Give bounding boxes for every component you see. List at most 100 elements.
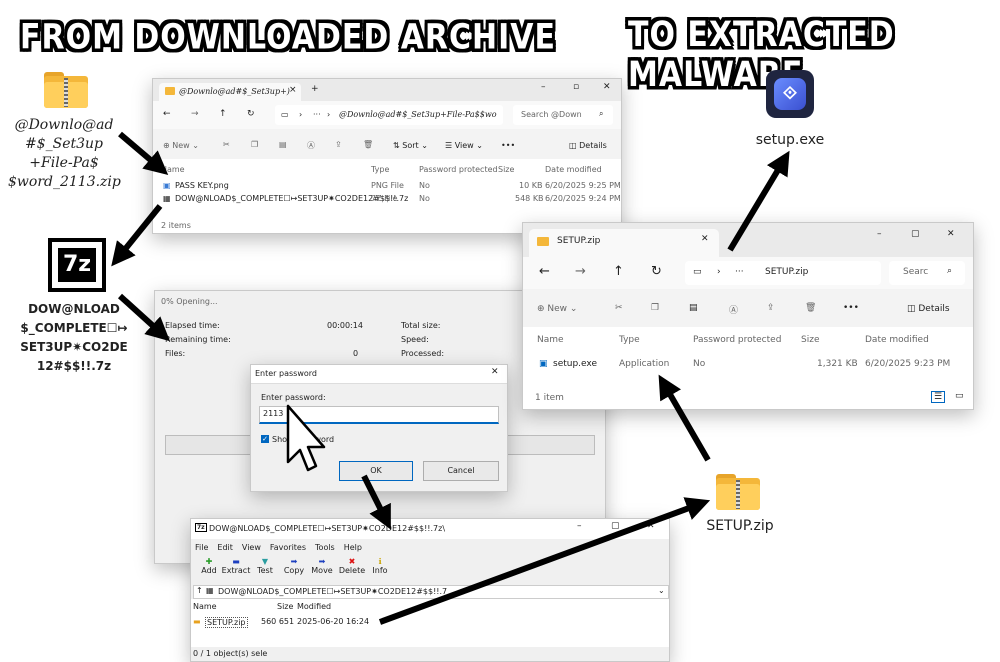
close-icon[interactable]: ✕ xyxy=(947,229,955,239)
show-password-checkbox[interactable]: ✓ xyxy=(261,435,269,443)
search-box[interactable]: Search @Down ⌕ xyxy=(513,105,613,125)
paste-icon[interactable]: ▤ xyxy=(279,140,287,149)
column-size[interactable]: Size xyxy=(801,335,819,345)
forward-icon[interactable]: → xyxy=(191,109,199,119)
search-box[interactable]: Searc ⌕ xyxy=(889,261,965,285)
monitor-icon: ▭ xyxy=(281,110,289,119)
status-bar: 0 / 1 object(s) sele xyxy=(193,649,268,658)
maximize-icon[interactable]: ▢ xyxy=(911,229,920,239)
column-name[interactable]: Name xyxy=(161,165,185,174)
info-icon: ℹ xyxy=(378,557,382,566)
add-icon: ✚ xyxy=(205,557,213,566)
column-modified[interactable]: Date modified xyxy=(545,165,602,174)
back-icon[interactable]: ← xyxy=(163,109,171,119)
ok-button[interactable]: OK xyxy=(339,461,413,481)
delete-button[interactable]: ✖ Delete xyxy=(337,557,367,575)
setup-exe-label: setup.exe xyxy=(755,132,825,148)
column-password[interactable]: Password protected xyxy=(419,165,498,174)
setup-zip-label: SETUP.zip xyxy=(706,518,774,534)
column-name[interactable]: Name xyxy=(537,335,564,345)
tiles-view-icon[interactable]: ▭ xyxy=(955,391,964,401)
tab-setup-zip[interactable]: SETUP.zip ✕ xyxy=(529,229,719,257)
cut-icon[interactable]: ✂ xyxy=(223,140,230,149)
menu-favorites[interactable]: Favorites xyxy=(270,543,306,552)
window-title: DOW@NLOAD$_COMPLETE☐↦SET3UP✷CO2DE12#$$!!… xyxy=(209,524,446,533)
close-icon[interactable]: ✕ xyxy=(491,367,499,377)
share-icon[interactable]: ⇪ xyxy=(767,303,775,313)
refresh-icon[interactable]: ↻ xyxy=(651,264,662,279)
add-button[interactable]: ✚ Add xyxy=(197,557,221,575)
up-icon[interactable]: ↑ xyxy=(613,264,624,279)
column-modified[interactable]: Modified xyxy=(297,602,331,611)
cut-icon[interactable]: ✂ xyxy=(615,303,623,313)
file-name: SETUP.zip xyxy=(205,617,248,628)
menu-edit[interactable]: Edit xyxy=(217,543,233,552)
file-name: PASS KEY.png xyxy=(175,181,229,190)
minimize-icon[interactable]: – xyxy=(541,82,546,92)
new-tab-icon[interactable]: + xyxy=(311,84,319,94)
sort-button[interactable]: ⇅ Sort ⌄ xyxy=(393,141,428,150)
delete-x-icon: ✖ xyxy=(348,557,356,566)
up-icon[interactable]: ↑ xyxy=(219,109,227,119)
tab-downloads[interactable]: @Downlo@ad#$_Set3up+) × xyxy=(159,83,301,101)
address-bar[interactable]: ↑ ▦ DOW@NLOAD$_COMPLETE☐↦SET3UP✷CO2DE12#… xyxy=(193,585,669,599)
copy-icon[interactable]: ❐ xyxy=(251,140,258,149)
rename-icon[interactable]: Ⓐ xyxy=(307,140,315,151)
chevron-down-icon: ⌄ xyxy=(658,586,665,595)
column-size[interactable]: Size xyxy=(498,165,514,174)
back-icon[interactable]: ← xyxy=(539,264,550,279)
test-button[interactable]: ▼ Test xyxy=(253,557,277,575)
file-row[interactable]: ▣ setup.exe Application No 1,321 KB 6/20… xyxy=(523,359,973,373)
column-password[interactable]: Password protected xyxy=(693,335,781,345)
rename-icon[interactable]: Ⓐ xyxy=(729,303,738,316)
column-type[interactable]: Type xyxy=(619,335,640,345)
more-button[interactable]: ••• xyxy=(843,303,859,313)
minimize-icon[interactable]: – xyxy=(577,521,582,531)
file-row[interactable]: ▦ DOW@NLOAD$_COMPLETE☐↦SET3UP✷CO2DE12#$$… xyxy=(153,194,621,206)
info-button[interactable]: ℹ Info xyxy=(369,557,391,575)
extract-button[interactable]: ▬ Extract xyxy=(221,557,251,575)
close-tab-icon[interactable]: ✕ xyxy=(701,234,709,244)
explorer-window-setup-zip: SETUP.zip ✕ – ▢ ✕ ← → ↑ ↻ ▭ › ··· SETUP.… xyxy=(522,222,974,410)
maximize-icon[interactable]: ▫ xyxy=(573,82,579,92)
delete-icon[interactable]: 🗑 xyxy=(805,303,816,313)
close-icon[interactable]: ✕ xyxy=(647,521,655,531)
cancel-button[interactable]: Cancel xyxy=(423,461,499,481)
close-icon[interactable]: ✕ xyxy=(603,82,611,92)
refresh-icon[interactable]: ↻ xyxy=(247,109,255,119)
archive-7z-filename: DOW@NLOAD $_COMPLETE☐↦ SET3UP✷CO2DE 12#$… xyxy=(20,302,128,373)
address-path: SETUP.zip xyxy=(765,267,809,277)
new-button[interactable]: ⊕ New ⌄ xyxy=(537,304,577,314)
details-button[interactable]: ◫ Details xyxy=(569,141,607,150)
view-button[interactable]: ☰ View ⌄ xyxy=(445,141,483,150)
details-button[interactable]: ◫ Details xyxy=(907,304,950,314)
share-icon[interactable]: ⇪ xyxy=(335,140,342,149)
file-row[interactable]: ▣ PASS KEY.png PNG File No 10 KB 6/20/20… xyxy=(153,181,621,193)
more-button[interactable]: ••• xyxy=(501,141,515,150)
column-headers: Name Type Password protected Size Date m… xyxy=(523,335,973,349)
monitor-icon: ▭ xyxy=(693,267,702,277)
paste-icon[interactable]: ▤ xyxy=(689,303,698,313)
minimize-icon[interactable]: – xyxy=(877,229,882,239)
new-button[interactable]: ⊕ New ⌄ xyxy=(163,141,199,150)
forward-icon[interactable]: → xyxy=(575,264,586,279)
column-size[interactable]: Size xyxy=(277,602,293,611)
copy-button[interactable]: ➡ Copy xyxy=(281,557,307,575)
search-placeholder: Searc xyxy=(903,267,929,277)
close-tab-icon[interactable]: × xyxy=(289,85,297,95)
menu-tools[interactable]: Tools xyxy=(315,543,335,552)
details-view-icon[interactable]: ☰ xyxy=(931,391,946,403)
file-name: setup.exe xyxy=(553,359,597,369)
copy-icon[interactable]: ❐ xyxy=(651,303,659,313)
column-type[interactable]: Type xyxy=(371,165,389,174)
move-button[interactable]: ➡ Move xyxy=(309,557,335,575)
delete-icon[interactable]: 🗑 xyxy=(363,140,373,149)
column-modified[interactable]: Date modified xyxy=(865,335,929,345)
maximize-icon[interactable]: ▢ xyxy=(611,521,620,531)
column-name[interactable]: Name xyxy=(193,602,217,611)
menu-help[interactable]: Help xyxy=(344,543,362,552)
address-bar[interactable]: ▭ › ··· SETUP.zip xyxy=(685,261,881,285)
address-bar[interactable]: ▭ › ··· › @Downlo@ad#$_Set3up+File-Pa$$w… xyxy=(275,105,503,125)
menu-view[interactable]: View xyxy=(242,543,261,552)
menu-file[interactable]: File xyxy=(195,543,208,552)
